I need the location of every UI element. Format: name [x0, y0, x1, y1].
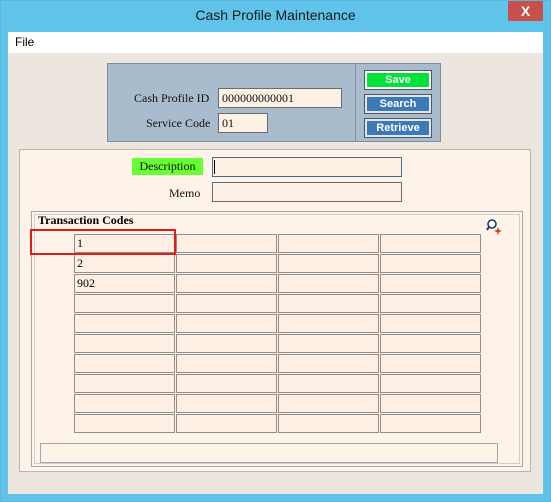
grid-cell[interactable]	[74, 314, 175, 333]
save-button[interactable]: Save	[364, 70, 432, 90]
menu-item-file[interactable]: File	[15, 35, 34, 49]
grid-cell[interactable]	[380, 294, 481, 313]
service-code-field[interactable]: 01	[218, 113, 268, 133]
grid-cell[interactable]	[380, 334, 481, 353]
grid-cell[interactable]	[380, 414, 481, 433]
grid-cell[interactable]	[176, 374, 277, 393]
grid-cell[interactable]	[74, 414, 175, 433]
description-label: Description	[132, 158, 203, 175]
grid-cell[interactable]	[176, 414, 277, 433]
menu-bar: File	[8, 32, 543, 54]
grid-cell[interactable]	[176, 354, 277, 373]
grid-cell[interactable]: 902	[74, 274, 175, 293]
grid-cell[interactable]	[278, 354, 379, 373]
text-cursor	[214, 160, 215, 174]
grid-cell[interactable]	[74, 354, 175, 373]
grid-cell[interactable]	[380, 274, 481, 293]
grid-cell[interactable]	[74, 334, 175, 353]
profile-id-panel: Cash Profile ID 000000000001 Service Cod…	[107, 63, 441, 142]
app-window: Cash Profile Maintenance X File Cash Pro…	[0, 0, 551, 502]
grid-cell[interactable]	[380, 354, 481, 373]
grid-cell[interactable]	[176, 254, 277, 273]
grid-cell[interactable]	[380, 234, 481, 253]
close-button[interactable]: X	[508, 1, 543, 21]
grid-cell[interactable]: 2	[74, 254, 175, 273]
grid-cell[interactable]	[278, 374, 379, 393]
grid-cell[interactable]	[74, 374, 175, 393]
close-icon: X	[520, 3, 531, 19]
grid-cell[interactable]	[176, 314, 277, 333]
form-body: Cash Profile ID 000000000001 Service Cod…	[8, 53, 543, 494]
cash-profile-id-label: Cash Profile ID	[134, 91, 210, 105]
grid-cell[interactable]	[278, 274, 379, 293]
service-code-label: Service Code	[146, 116, 211, 130]
memo-field[interactable]	[212, 182, 402, 202]
panel-divider	[355, 64, 356, 141]
grid-cell[interactable]	[176, 234, 277, 253]
magnifier-sparkle-icon[interactable]	[486, 218, 504, 236]
memo-label: Memo	[169, 186, 201, 200]
grid-cell[interactable]	[278, 314, 379, 333]
selection-highlight	[30, 229, 176, 255]
grid-cell[interactable]	[380, 374, 481, 393]
grid-cell[interactable]	[74, 394, 175, 413]
grid-cell[interactable]	[278, 294, 379, 313]
grid-cell[interactable]	[278, 334, 379, 353]
search-button[interactable]: Search	[364, 94, 432, 114]
grid-cell[interactable]	[278, 394, 379, 413]
grid-cell[interactable]	[74, 294, 175, 313]
grid-cell[interactable]	[278, 234, 379, 253]
grid-cell[interactable]	[278, 254, 379, 273]
transaction-codes-title: Transaction Codes	[38, 213, 134, 227]
title-bar[interactable]: Cash Profile Maintenance X	[1, 1, 550, 32]
grid-cell[interactable]	[176, 274, 277, 293]
cash-profile-id-field[interactable]: 000000000001	[218, 88, 342, 108]
window-title: Cash Profile Maintenance	[195, 7, 356, 23]
retrieve-button[interactable]: Retrieve	[364, 118, 432, 138]
grid-cell[interactable]	[176, 334, 277, 353]
grid-cell[interactable]	[176, 394, 277, 413]
grid-cell[interactable]	[380, 254, 481, 273]
status-field	[40, 443, 498, 463]
description-field[interactable]	[212, 157, 402, 177]
grid-cell[interactable]	[380, 394, 481, 413]
grid-cell[interactable]	[176, 294, 277, 313]
grid-cell[interactable]	[380, 314, 481, 333]
grid-cell[interactable]	[278, 414, 379, 433]
